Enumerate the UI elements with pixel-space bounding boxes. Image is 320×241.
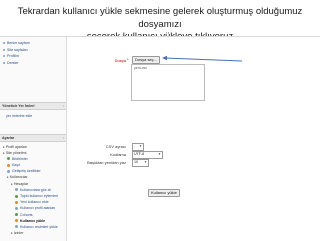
csv-delimiter-label: CSV ayracı — [105, 144, 126, 149]
bullet-icon — [3, 42, 5, 45]
preview-rows-select[interactable]: 10 ▼ — [132, 159, 149, 167]
settings-tree-item[interactable]: ▸İzinler — [0, 230, 66, 236]
settings-item-icon — [15, 188, 18, 192]
preview-rows-label: Başlıktan yeniden yaz — [87, 160, 126, 165]
bullet-icon — [3, 48, 5, 51]
annotation-arrow-line — [163, 57, 243, 62]
chevron-down-icon: ▼ — [158, 152, 161, 156]
settings-tree-item-label: Toplu kullanıcı eylemleri — [20, 194, 59, 198]
nav-list: Benim sayfam Site sayfaları Profilim Der… — [0, 40, 66, 66]
expand-icon[interactable]: ▸ — [7, 175, 9, 179]
caption-line-1: Tekrardan kullanıcı yükle sekmesine gele… — [17, 6, 303, 30]
expand-icon[interactable]: ▸ — [3, 145, 5, 149]
annotation-arrow — [162, 55, 243, 62]
settings-tree-item-label: Yeni kullanıcı ekle — [20, 200, 49, 205]
settings-tree: ▸Profil ayarları ▸Site yönetimi Bildirimle… — [0, 144, 66, 237]
settings-item-icon — [7, 157, 10, 161]
settings-item-icon — [7, 163, 10, 167]
expand-icon[interactable]: ▸ — [11, 182, 13, 186]
settings-tree-item-label: Bildirimler — [12, 156, 28, 161]
encoding-select[interactable]: UTF-8 ▼ — [132, 151, 163, 159]
chevron-down-icon: ▼ — [139, 144, 142, 148]
settings-tree-item-label: Kullanıcı yükle — [20, 218, 46, 223]
settings-tree-item-label: Profil ayarları — [5, 144, 27, 149]
csv-delimiter-select[interactable]: , ▼ — [132, 143, 144, 151]
settings-tree-item-label: Kayıt — [12, 163, 21, 168]
settings-item-icon — [15, 194, 18, 198]
settings-block: Ayarlar ▫ ▸Profil ayarları ▸Site yönetimi… — [0, 133, 66, 237]
upload-users-button[interactable]: Kullanıcı yükle — [148, 189, 180, 197]
annotation-arrow-head — [162, 55, 167, 61]
collapse-icon[interactable]: ▫ — [63, 103, 64, 109]
chevron-down-icon: ▼ — [144, 160, 147, 164]
settings-tree-item-label: Cohorts — [20, 212, 33, 217]
bookmarks-block-header: Yöneticir Yer İmleri ▫ — [0, 102, 66, 110]
settings-item-icon — [15, 219, 18, 223]
settings-tree-item-label: Kullanıcı profil alanları — [20, 206, 56, 211]
encoding-label: Kodlama — [110, 152, 126, 157]
expand-icon[interactable]: ▸ — [11, 231, 13, 235]
settings-tree-item-label: Kullanıcılar — [9, 175, 28, 180]
bullet-icon — [3, 61, 5, 64]
nav-item-courses[interactable]: Dersler — [0, 60, 66, 67]
settings-tree-item-label: Gelişmiş özellikler — [12, 169, 41, 174]
settings-tree-item-label: Hesaplar — [13, 181, 29, 186]
settings-item-icon — [15, 213, 18, 217]
settings-item-icon — [15, 206, 18, 210]
settings-item-icon — [15, 225, 18, 229]
settings-tree-item-label: İzinler — [13, 231, 24, 236]
expand-icon[interactable]: ▸ — [3, 151, 5, 155]
settings-tree-item-label: Site yönetimi — [5, 150, 27, 155]
settings-item-icon — [7, 169, 10, 173]
settings-tree-item-label: Kullanıcılara göz at — [20, 187, 51, 192]
settings-tree-item-label: Kullanıcı resimleri yükle — [20, 224, 58, 229]
settings-item-icon — [15, 200, 18, 204]
sidebar: Benim sayfam Site sayfaları Profilim Der… — [0, 37, 67, 241]
moodle-screenshot: Benim sayfam Site sayfaları Profilim Der… — [0, 36, 320, 241]
bullet-icon — [3, 55, 5, 58]
upload-users-form: Dosya * Dosya seç... yeni.csv CSV ayracı… — [66, 37, 320, 241]
collapse-icon[interactable]: ▫ — [63, 135, 64, 141]
settings-block-header: Ayarlar ▫ — [0, 133, 66, 142]
bookmarks-block: Yöneticir Yer İmleri ▫ yer imlerine ekle — [0, 102, 66, 120]
add-bookmark-link[interactable]: yer imlerine ekle — [0, 113, 66, 120]
